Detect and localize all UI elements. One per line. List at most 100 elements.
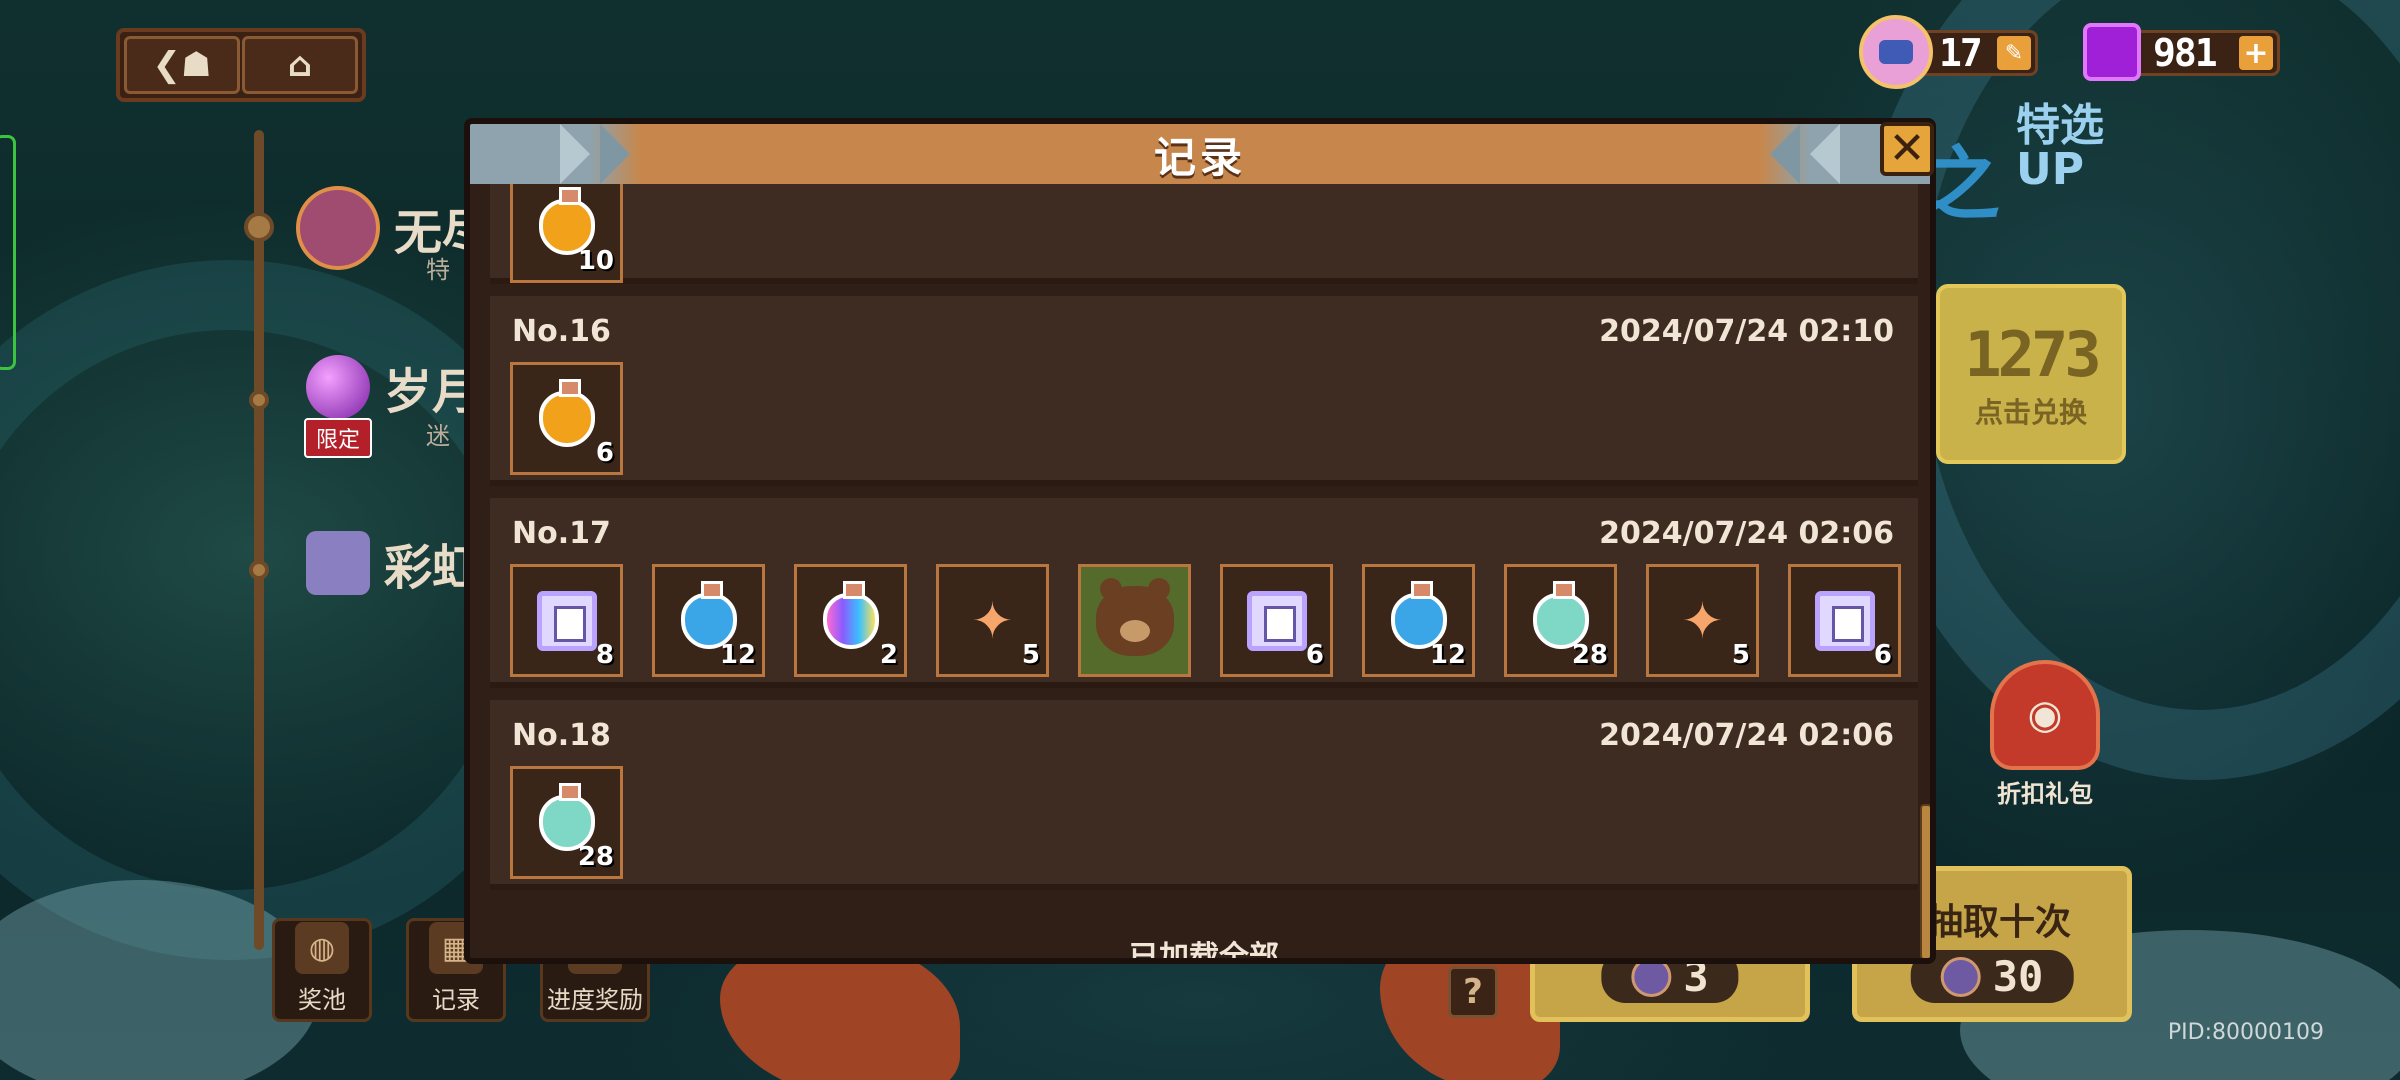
- track-node: [244, 212, 274, 242]
- reward-slot[interactable]: 12: [1362, 564, 1475, 677]
- bag-icon: ◍: [295, 922, 349, 974]
- records-modal: 记录 10 No.16 2024/07/24 02:10 6 No.17 202…: [464, 118, 1936, 964]
- reward-slot[interactable]: [1078, 564, 1191, 677]
- sparkle-icon: ✦: [971, 591, 1014, 650]
- side-panel-edge[interactable]: [0, 135, 16, 370]
- chevron-decoration: [560, 124, 590, 184]
- gift-bag-icon: ◉: [1990, 660, 2100, 770]
- pool-track: [254, 130, 264, 950]
- bear-portrait-icon: [1081, 567, 1188, 674]
- purple-gem-icon: [2083, 23, 2141, 81]
- loaded-all-label: 已加载全部: [1129, 940, 1279, 964]
- ticket-currency[interactable]: 17 ✎: [1859, 15, 2038, 89]
- item-count: 10: [577, 246, 614, 276]
- item-count: 6: [595, 438, 614, 468]
- chevron-decoration: [1810, 124, 1840, 184]
- modal-title: 记录: [1153, 132, 1246, 182]
- home-button[interactable]: ⌂: [242, 36, 358, 94]
- featured-text: 特选 UP: [2016, 100, 2104, 195]
- pool-item-years[interactable]: 岁月 迷 限定: [296, 352, 480, 458]
- gem-currency[interactable]: 981 +: [2083, 23, 2280, 81]
- item-count: 28: [577, 842, 614, 872]
- pool-item-rainbow[interactable]: 彩虹: [296, 528, 480, 598]
- purple-orb-icon: [306, 355, 370, 419]
- reward-slot[interactable]: 2: [794, 564, 907, 677]
- record-items: 10: [510, 184, 623, 283]
- back-button[interactable]: ❮☗: [124, 36, 240, 94]
- record-items: 8 12 2 ✦ 5 6 12 28 ✦ 5 6: [510, 564, 1901, 677]
- home-icon: ⌂: [287, 45, 313, 85]
- button-label: 记录: [432, 986, 480, 1014]
- item-count: 6: [1305, 640, 1324, 670]
- track-node: [249, 390, 269, 410]
- record-item: No.17 2024/07/24 02:06 8 12 2 ✦ 5 6 12 2…: [490, 498, 1918, 688]
- question-icon: ?: [1463, 972, 1483, 1012]
- top-nav: ❮☗ ⌂: [116, 28, 366, 102]
- close-button[interactable]: ✕: [1880, 122, 1934, 176]
- reward-slot[interactable]: 6: [1220, 564, 1333, 677]
- chevron-decoration: [600, 124, 630, 184]
- help-button[interactable]: ?: [1448, 966, 1498, 1018]
- orange-potion-icon: [535, 378, 599, 451]
- pencil-icon[interactable]: ✎: [1997, 36, 2031, 70]
- reward-slot[interactable]: ✦ 5: [1646, 564, 1759, 677]
- shirt-icon: [306, 531, 370, 595]
- featured-up-label: 特选 UP: [2016, 104, 2104, 192]
- close-x-icon: ✕: [1888, 123, 1926, 174]
- item-count: 6: [1873, 640, 1892, 670]
- reward-slot[interactable]: 28: [1504, 564, 1617, 677]
- record-item: No.16 2024/07/24 02:10 6: [490, 296, 1918, 486]
- pool-sub: 特: [426, 256, 450, 284]
- shirt-card-icon: [535, 589, 599, 653]
- item-count: 5: [1731, 640, 1750, 670]
- record-number: No.16: [512, 314, 611, 349]
- track-node: [249, 560, 269, 580]
- discount-gift-button[interactable]: ◉ 折扣礼包: [1990, 660, 2100, 809]
- record-time: 2024/07/24 02:10: [1599, 314, 1894, 349]
- item-count: 2: [879, 640, 898, 670]
- item-count: 5: [1021, 640, 1040, 670]
- cost-value: 30: [1992, 952, 2044, 1001]
- chevron-decoration: [1770, 124, 1800, 184]
- reward-slot[interactable]: 6: [1788, 564, 1901, 677]
- gift-label: 折扣礼包: [1997, 780, 2093, 808]
- button-label: 奖池: [298, 986, 346, 1014]
- prize-pool-button[interactable]: ◍ 奖池: [272, 918, 372, 1022]
- reward-slot[interactable]: 10: [510, 184, 623, 283]
- record-items: 28: [510, 766, 623, 879]
- shirt-card-icon: [1813, 589, 1877, 653]
- gem-count: 981: [2153, 31, 2218, 75]
- reward-slot[interactable]: 6: [510, 362, 623, 475]
- record-time: 2024/07/24 02:06: [1599, 516, 1894, 551]
- reward-slot[interactable]: ✦ 5: [936, 564, 1049, 677]
- modal-header: 记录: [470, 124, 1930, 184]
- reward-slot[interactable]: 12: [652, 564, 765, 677]
- limited-badge: 限定: [304, 418, 373, 458]
- rainbow-potion-icon: [819, 580, 883, 653]
- record-items: 6: [510, 362, 623, 475]
- scrollbar[interactable]: [1920, 804, 1930, 958]
- exchange-count: 1273: [1964, 317, 2101, 391]
- record-number: No.18: [512, 718, 611, 753]
- add-gems-button[interactable]: +: [2239, 36, 2273, 71]
- button-label: 进度奖励: [547, 986, 643, 1014]
- draw-ten-label: 抽取十次: [1927, 902, 2072, 943]
- ticket-coin-icon: [1859, 15, 1933, 89]
- back-arrow-icon: ❮☗: [152, 45, 212, 85]
- sparkle-icon: ✦: [1681, 591, 1724, 650]
- item-count: 28: [1571, 640, 1608, 670]
- ticket-coin-icon: [1940, 956, 1981, 997]
- exchange-label: 点击兑换: [1974, 395, 2087, 429]
- records-list[interactable]: 10 No.16 2024/07/24 02:10 6 No.17 2024/0…: [490, 184, 1918, 964]
- record-item: No.18 2024/07/24 02:06 28: [490, 700, 1918, 890]
- ticket-count: 17: [1939, 31, 1983, 75]
- record-item: 10: [490, 184, 1918, 284]
- item-count: 12: [1429, 640, 1466, 670]
- exchange-button[interactable]: 1273 点击兑换: [1936, 284, 2126, 464]
- pool-item-endless[interactable]: 无尽 特: [296, 186, 490, 284]
- reward-slot[interactable]: 8: [510, 564, 623, 677]
- reward-slot[interactable]: 28: [510, 766, 623, 879]
- item-count: 8: [595, 640, 614, 670]
- ticket-coin-icon: [296, 186, 380, 270]
- shirt-card-icon: [1245, 589, 1309, 653]
